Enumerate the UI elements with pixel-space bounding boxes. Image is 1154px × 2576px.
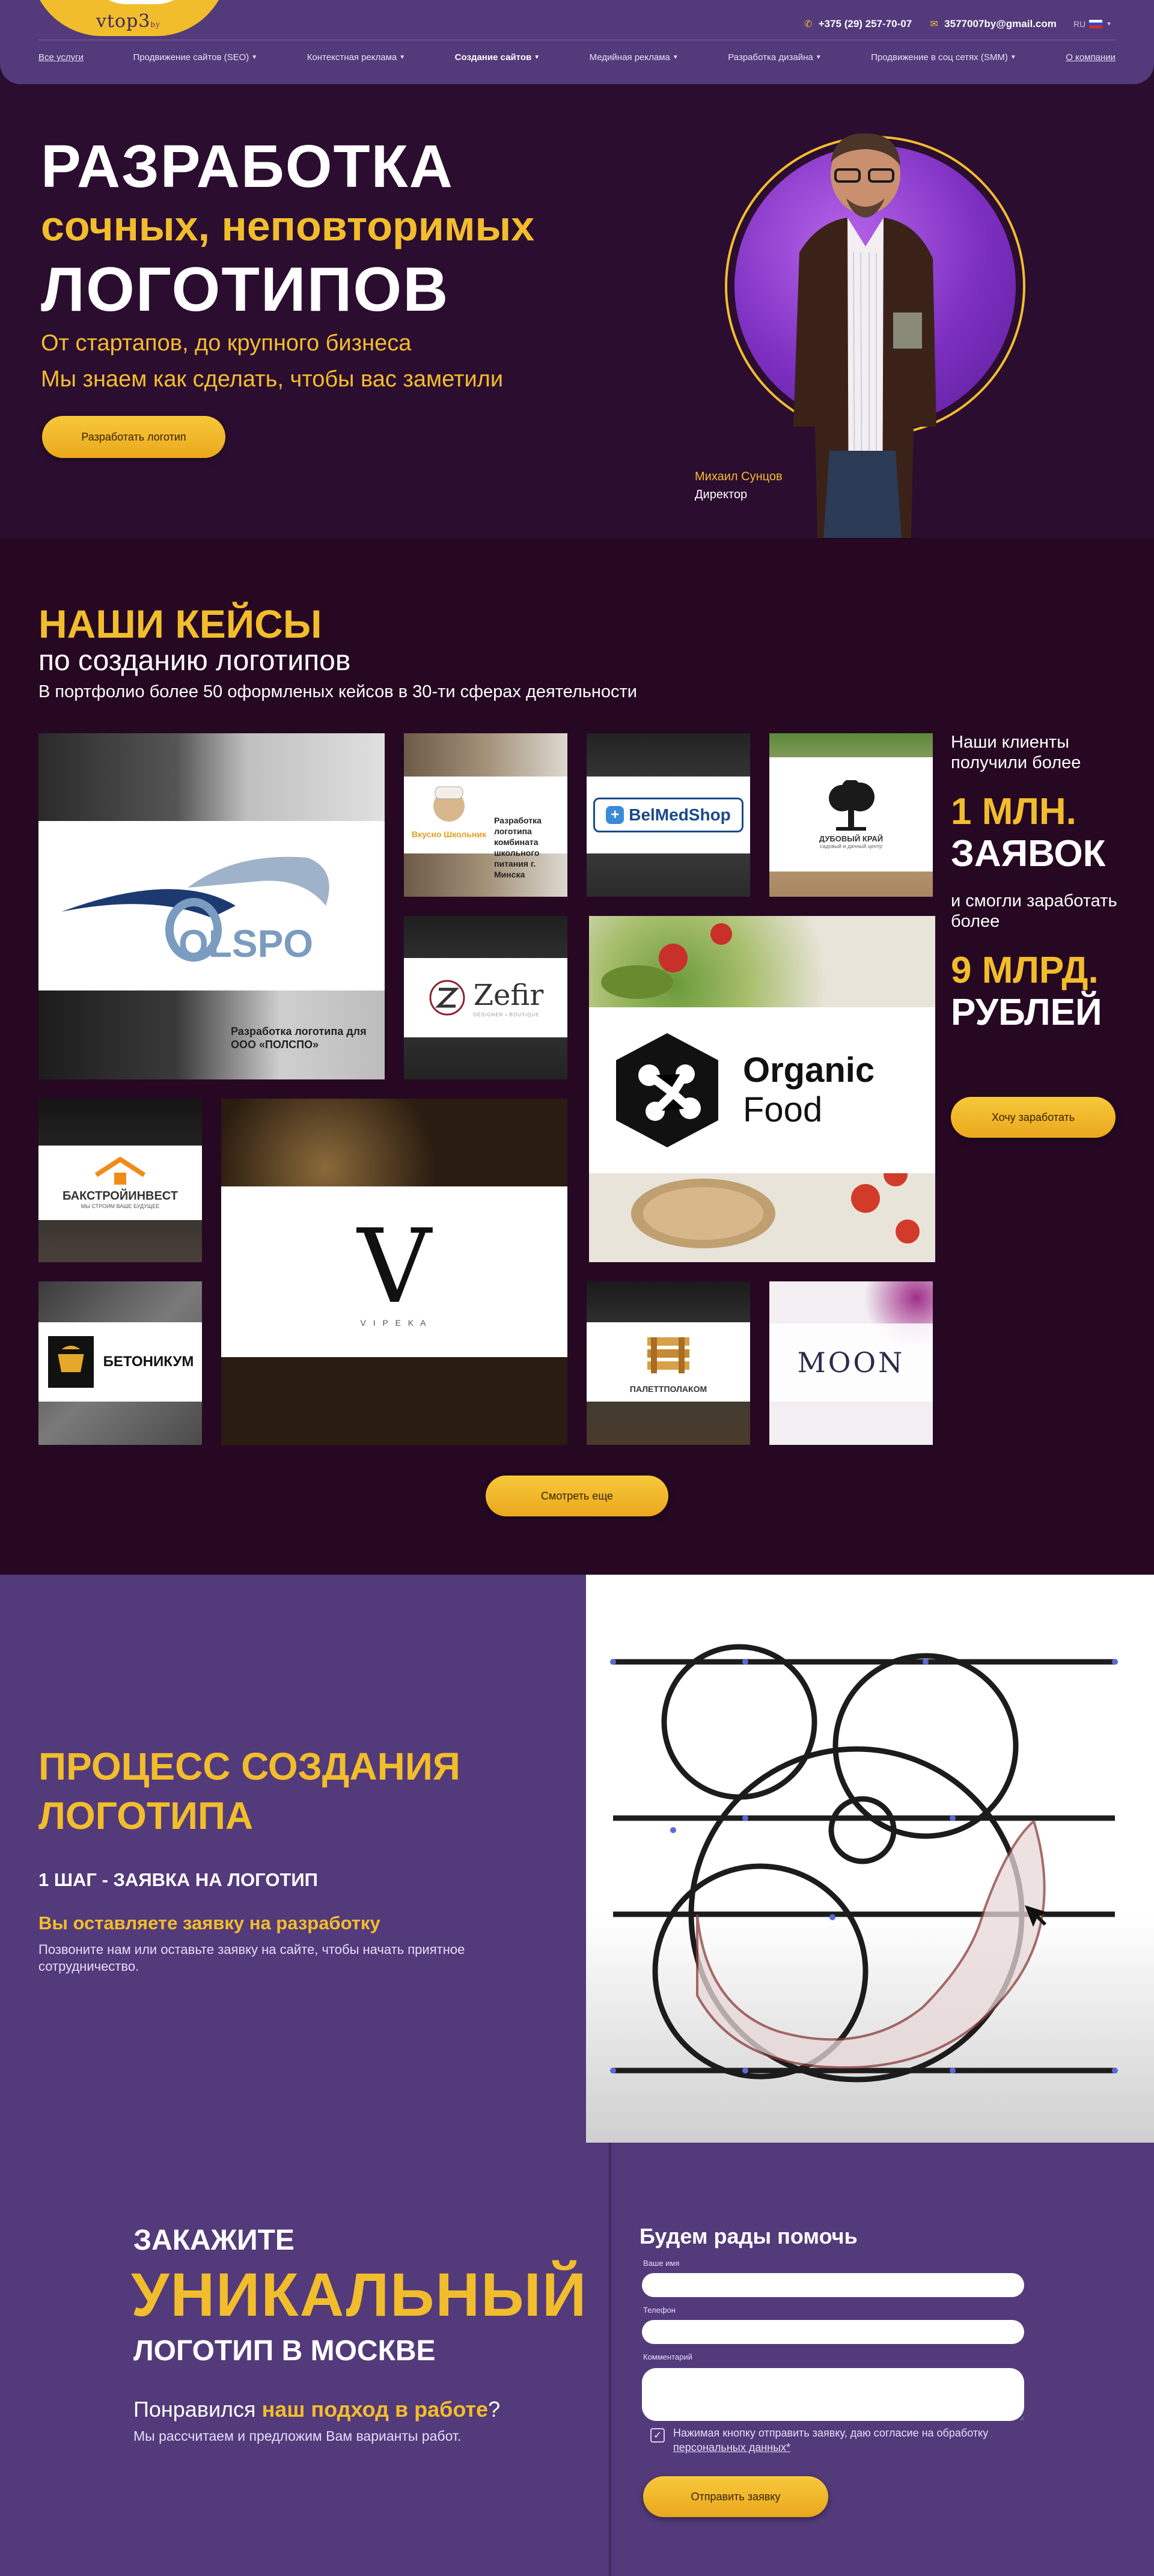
hero-tagline-1: От стартапов, до крупного бизнеса — [41, 331, 412, 356]
order-heading-1: ЗАКАЖИТЕ — [133, 2224, 295, 2256]
oak-tree-icon — [829, 780, 875, 831]
case-tile-betonikum[interactable]: БЕТОНИКУМ — [38, 1281, 202, 1445]
house-icon — [94, 1156, 146, 1185]
chevron-down-icon: ▼ — [815, 54, 822, 61]
hero-subtitle: сочных, неповторимых — [41, 203, 535, 249]
pallet-icon — [647, 1337, 689, 1373]
logo-construction-drawing — [586, 1575, 1154, 2143]
consent-checkbox[interactable]: ✓ — [650, 2428, 665, 2443]
comment-field[interactable] — [642, 2368, 1024, 2421]
polspo-caption: Разработка логотипа для ООО «ПОЛСПО» — [231, 1025, 367, 1051]
hero-tagline-2: Мы знаем как сделать, чтобы вас заметили — [41, 367, 504, 392]
shkola-logo: Вкусно Школьник — [412, 786, 487, 839]
phone-icon: ✆ — [804, 19, 813, 29]
chevron-down-icon: ▼ — [1010, 54, 1016, 61]
develop-logo-button[interactable]: Разработать логотип — [42, 416, 225, 458]
hero-title: РАЗРАБОТКА — [41, 133, 454, 200]
process-step-text: Позвоните нам или оставьте заявку на сай… — [38, 1942, 465, 1974]
privacy-link[interactable]: персональных данных* — [673, 2440, 988, 2455]
case-tile-shkola[interactable]: Вкусно Школьник Разработка логотипа комб… — [404, 733, 567, 897]
nav-sites[interactable]: Создание сайтов ▼ — [455, 52, 540, 63]
polspo-logo: OLSPO — [61, 856, 329, 965]
stats-label-2: РУБЛЕЙ — [951, 992, 1102, 1033]
nav-seo[interactable]: Продвижение сайтов (SEO) ▼ — [133, 52, 257, 63]
phone-field[interactable] — [642, 2320, 1024, 2344]
person-role: Директор — [695, 488, 748, 501]
case-tile-dubovy[interactable]: ДУБОВЫЙ КРАЙ садовый и дачный центр — [769, 733, 933, 897]
chevron-down-icon: ▼ — [251, 54, 258, 61]
cases-subheading: по созданию логотипов — [38, 645, 351, 677]
organic-food-logo — [616, 1033, 718, 1147]
form-title: Будем рады помочь — [640, 2224, 858, 2248]
language-switcher[interactable]: RU ▼ — [1073, 19, 1112, 29]
see-more-button[interactable]: Смотреть еще — [486, 1476, 668, 1516]
logo[interactable]: vtop3by — [96, 11, 160, 32]
stats-text-2: и смогли заработать более — [951, 891, 1117, 931]
name-label: Ваше имя — [643, 2259, 680, 2268]
stats-value-2: 9 МЛРД. — [951, 950, 1099, 991]
stats-block: Наши клиенты получили более 1 МЛН. ЗАЯВО… — [951, 732, 1131, 1034]
chevron-down-icon: ▼ — [1106, 20, 1112, 28]
chevron-down-icon: ▼ — [672, 54, 679, 61]
director-photo — [793, 133, 936, 538]
shkola-caption: Разработка логотипа комбината школьного … — [494, 816, 542, 879]
site-header: vtop3by ✆ +375 (29) 257-70-07 ✉ 3577007b… — [0, 0, 1154, 84]
svg-text:OLSPO: OLSPO — [179, 922, 313, 965]
process-step: 1 ШАГ - ЗАЯВКА НА ЛОГОТИП — [38, 1869, 318, 1890]
order-heading-3: ЛОГОТИП В МОСКВЕ — [133, 2335, 436, 2367]
nav-about[interactable]: О компании — [1066, 52, 1116, 63]
nav-smm[interactable]: Продвижение в соц сетях (SMM) ▼ — [871, 52, 1016, 63]
nav-context[interactable]: Контекстная реклама ▼ — [307, 52, 406, 63]
russia-flag-icon — [1089, 20, 1103, 28]
nav-design[interactable]: Разработка дизайна ▼ — [728, 52, 821, 63]
process-illustration — [586, 1575, 1154, 2143]
case-tile-palett[interactable]: ПАЛЕТТПОЛАКОМ — [587, 1281, 750, 1445]
chevron-down-icon: ▼ — [399, 54, 406, 61]
person-name: Михаил Сунцов — [695, 470, 783, 483]
order-question: Понравился наш подход в работе? — [133, 2397, 501, 2422]
header-contacts: ✆ +375 (29) 257-70-07 ✉ 3577007by@gmail.… — [803, 18, 1112, 30]
medical-cross-icon: + — [606, 806, 624, 824]
process-heading: ПРОЦЕСС СОЗДАНИЯ ЛОГОТИПА — [38, 1745, 460, 1837]
section-divider — [609, 2143, 611, 2576]
case-tile-bakstroy[interactable]: БАКСТРОЙИНВЕСТ МЫ СТРОИМ ВАШЕ БУДУЩЕЕ — [38, 1099, 202, 1262]
case-tile-zefir[interactable]: Zefir DESIGNER • BOUTIQUE — [404, 916, 567, 1079]
nav-all-services[interactable]: Все услуги — [38, 52, 84, 63]
stats-label-1: ЗАЯВОК — [951, 833, 1106, 874]
order-heading-2: УНИКАЛЬНЫЙ — [131, 2260, 588, 2329]
phone-label: Телефон — [643, 2306, 676, 2315]
phone-link[interactable]: ✆ +375 (29) 257-70-07 — [803, 18, 912, 30]
case-tile-belmedshop[interactable]: + BelMedShop — [587, 733, 750, 897]
cases-description: В портфолио более 50 оформленых кейсов в… — [38, 682, 637, 701]
consent-text: Нажимая кнопку отправить заявку, даю сог… — [673, 2427, 989, 2455]
stats-value-1: 1 МЛН. — [951, 791, 1076, 832]
svg-text:Вкусно Школьник: Вкусно Школьник — [412, 829, 487, 839]
hero-title-2: ЛОГОТИПОВ — [41, 255, 450, 325]
check-icon: ✓ — [653, 2431, 662, 2441]
name-field[interactable] — [642, 2273, 1024, 2297]
nav-media[interactable]: Медийная реклама ▼ — [590, 52, 679, 63]
case-tile-moon[interactable]: MOON — [769, 1281, 933, 1445]
case-tile-polspo[interactable]: OLSPO Разработка логотипа для ООО «ПОЛСП… — [38, 733, 385, 1079]
comment-label: Комментарий — [643, 2352, 692, 2361]
email-link[interactable]: ✉ 3577007by@gmail.com — [929, 18, 1056, 30]
want-earn-button[interactable]: Хочу заработать — [951, 1097, 1116, 1138]
betonikum-emblem-icon — [47, 1336, 94, 1388]
stats-text-1: Наши клиенты получили более — [951, 733, 1081, 772]
order-note: Мы рассчитаем и предложим Вам варианты р… — [133, 2428, 462, 2444]
submit-button[interactable]: Отправить заявку — [643, 2476, 828, 2517]
case-tile-organic-food[interactable]: Organic Food — [589, 916, 935, 1262]
mail-icon: ✉ — [930, 19, 938, 29]
process-step-title: Вы оставляете заявку на разработку — [38, 1912, 380, 1934]
cases-heading: НАШИ КЕЙСЫ — [38, 602, 322, 646]
chevron-down-icon: ▼ — [534, 54, 540, 61]
case-tile-vipeka[interactable]: V V I P E K A — [221, 1099, 567, 1445]
main-nav: Все услуги Продвижение сайтов (SEO) ▼ Кон… — [38, 40, 1116, 63]
zefir-emblem-icon — [429, 980, 465, 1016]
